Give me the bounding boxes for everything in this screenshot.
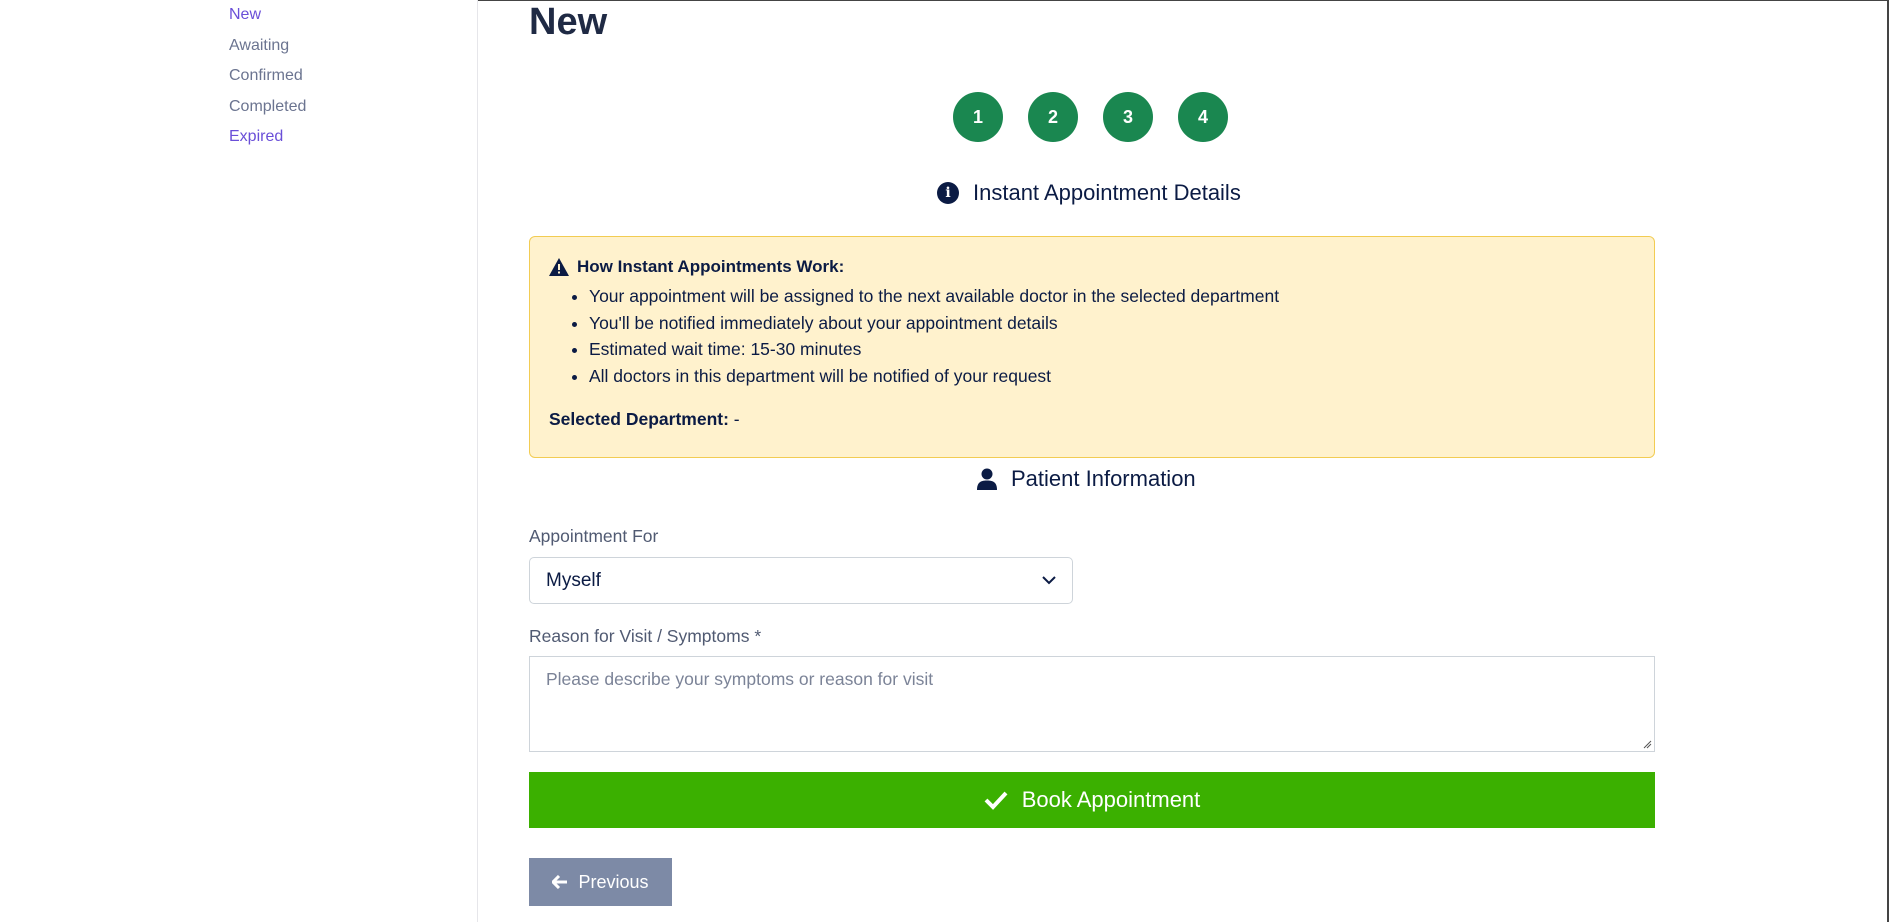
step-indicator: 1 2 3 4 [953,92,1228,142]
instant-info-alert: How Instant Appointments Work: Your appo… [529,236,1655,458]
resize-handle-icon[interactable] [1642,739,1652,749]
check-icon [984,791,1008,810]
previous-label: Previous [578,871,649,892]
alert-list-item: You'll be notified immediately about you… [589,310,1635,337]
step-4[interactable]: 4 [1178,92,1228,142]
step-3[interactable]: 3 [1103,92,1153,142]
sidebar-item-awaiting[interactable]: Awaiting [229,36,306,67]
step-2[interactable]: 2 [1028,92,1078,142]
arrow-left-icon [552,875,568,889]
chevron-down-icon [1042,576,1056,585]
sidebar-item-completed[interactable]: Completed [229,97,306,128]
step-1[interactable]: 1 [953,92,1003,142]
book-appointment-button[interactable]: Book Appointment [529,772,1655,828]
sidebar: New Awaiting Confirmed Completed Expired [0,0,478,922]
appointment-for-label: Appointment For [529,526,659,546]
selected-department: Selected Department: - [549,409,1635,430]
selected-department-value: - [733,409,740,429]
sidebar-item-new[interactable]: New [229,5,306,36]
previous-button[interactable]: Previous [529,858,672,906]
appointment-for-value: Myself [546,569,601,591]
sidebar-nav: New Awaiting Confirmed Completed Expired [229,5,306,158]
alert-list: Your appointment will be assigned to the… [589,283,1635,389]
alert-title-text: How Instant Appointments Work: [577,257,845,276]
alert-list-item: Estimated wait time: 15-30 minutes [589,336,1635,363]
details-heading-text: Instant Appointment Details [973,180,1241,205]
patient-heading-text: Patient Information [1011,466,1196,491]
selected-department-label: Selected Department: [549,409,729,429]
book-appointment-label: Book Appointment [1021,787,1201,812]
info-circle-icon: i [937,182,959,204]
details-heading: i Instant Appointment Details [937,180,1241,206]
sidebar-item-confirmed[interactable]: Confirmed [229,66,306,97]
sidebar-item-expired[interactable]: Expired [229,127,306,158]
patient-heading: Patient Information [977,466,1196,492]
reason-label: Reason for Visit / Symptoms * [529,626,762,646]
reason-textarea[interactable]: Please describe your symptoms or reason … [529,656,1655,752]
appointment-for-select[interactable]: Myself [529,557,1073,604]
alert-list-item: All doctors in this department will be n… [589,363,1635,390]
page-title: New [529,1,608,43]
warning-triangle-icon [549,258,569,276]
alert-title: How Instant Appointments Work: [549,257,1635,277]
user-icon [977,468,997,490]
alert-list-item: Your appointment will be assigned to the… [589,283,1635,310]
reason-placeholder: Please describe your symptoms or reason … [546,669,934,689]
